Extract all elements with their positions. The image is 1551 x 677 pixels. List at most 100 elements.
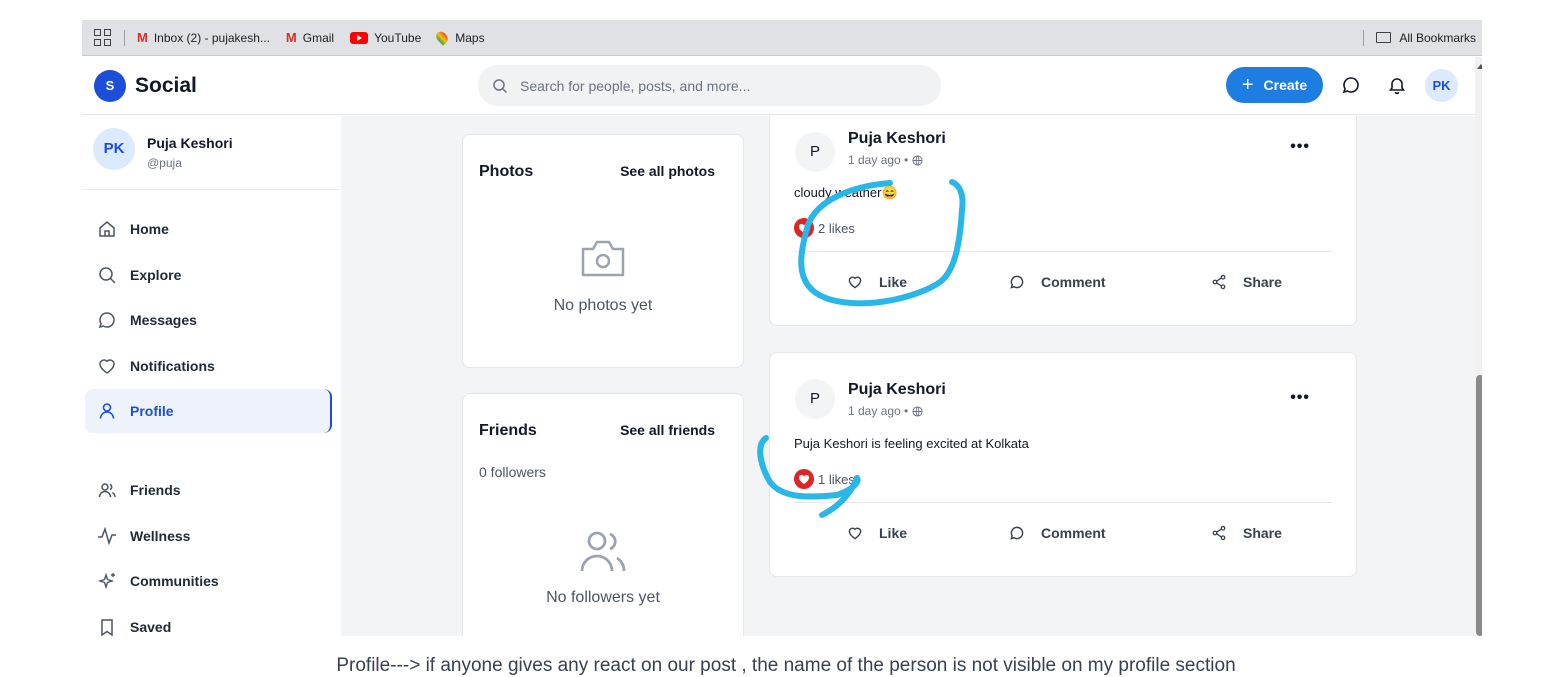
comment-icon <box>1010 526 1024 540</box>
post-text: Puja Keshori is feeling excited at Kolka… <box>794 436 1029 451</box>
avatar[interactable]: PK <box>1425 69 1458 102</box>
bookmark-maps[interactable]: Maps <box>434 29 485 46</box>
post-divider <box>794 251 1332 252</box>
create-button[interactable]: + Create <box>1226 67 1323 103</box>
search-bar[interactable] <box>478 65 941 106</box>
message-icon[interactable] <box>1341 75 1361 95</box>
bookmark-label: YouTube <box>374 30 422 45</box>
likes-count[interactable]: 1 likes <box>794 469 855 489</box>
sidebar-item-notifications[interactable]: Notifications <box>85 344 332 388</box>
youtube-icon <box>350 31 369 44</box>
heart-icon <box>99 359 115 374</box>
share-icon <box>1212 525 1226 541</box>
photos-card: Photos See all photos No photos yet <box>462 134 744 368</box>
apps-grid-icon[interactable] <box>94 28 112 47</box>
app-header: S Social + Create PK <box>82 57 1475 115</box>
like-label: Like <box>879 274 908 290</box>
sidebar-item-label: Home <box>130 221 169 237</box>
sidebar-item-wellness[interactable]: Wellness <box>85 514 332 558</box>
share-button[interactable]: Share <box>1211 525 1282 541</box>
bookmark-inbox[interactable]: M Inbox (2) - pujakesh... <box>137 30 270 45</box>
more-options-icon[interactable]: ••• <box>1290 389 1310 407</box>
bookmarks-separator <box>124 29 125 46</box>
sidebar-item-label: Explore <box>130 267 182 283</box>
activity-icon <box>98 526 116 546</box>
sidebar-item-label: Communities <box>130 573 219 589</box>
main-content: Photos See all photos No photos yet Frie… <box>341 116 1475 636</box>
search-input[interactable] <box>520 77 920 94</box>
like-button[interactable]: Like <box>847 525 907 541</box>
more-options-icon[interactable]: ••• <box>1290 138 1310 156</box>
search-icon <box>99 267 116 284</box>
all-bookmarks-label: All Bookmarks <box>1399 30 1476 45</box>
comment-label: Comment <box>1041 525 1106 541</box>
post-avatar[interactable]: P <box>795 132 835 172</box>
bookmark-label: Maps <box>455 30 485 45</box>
search-icon <box>493 78 508 93</box>
app-name[interactable]: Social <box>135 74 197 98</box>
sidebar-item-profile[interactable]: Profile <box>85 389 332 433</box>
logo-icon[interactable]: S <box>94 70 126 102</box>
share-label: Share <box>1243 525 1282 541</box>
bookmark-gmail[interactable]: M Gmail <box>286 30 334 45</box>
user-name: Puja Keshori <box>147 135 233 151</box>
like-button[interactable]: Like <box>847 274 907 290</box>
post-avatar[interactable]: P <box>795 379 835 419</box>
gmail-icon: M <box>285 30 297 45</box>
post-time: 1 day ago • <box>848 153 909 167</box>
friends-title: Friends <box>479 422 537 439</box>
post-meta: 1 day ago • <box>848 153 923 167</box>
post-divider <box>794 502 1332 503</box>
globe-icon <box>912 154 923 166</box>
post-text: cloudy weather😄 <box>794 185 898 200</box>
avatar: PK <box>93 128 135 170</box>
sidebar-item-label: Notifications <box>130 358 215 374</box>
followers-empty-text: No followers yet <box>546 589 660 606</box>
sidebar-item-communities[interactable]: Communities <box>85 559 332 603</box>
post-card: P Puja Keshori 1 day ago • ••• Puja Kesh… <box>769 352 1357 577</box>
likes-count[interactable]: 2 likes <box>794 218 855 238</box>
home-icon <box>99 221 115 237</box>
users-icon <box>580 531 626 572</box>
sidebar: PK Puja Keshori @puja Home Explore Messa… <box>82 116 340 636</box>
comment-button[interactable]: Comment <box>1009 274 1106 290</box>
all-bookmarks[interactable]: All Bookmarks <box>1351 29 1476 46</box>
sidebar-item-friends[interactable]: Friends <box>85 468 332 512</box>
maps-icon <box>434 29 451 46</box>
globe-icon <box>912 405 923 417</box>
sidebar-item-saved[interactable]: Saved <box>85 605 332 636</box>
likes-label: 2 likes <box>818 220 855 236</box>
heart-icon <box>848 276 862 289</box>
post-time: 1 day ago • <box>848 404 909 418</box>
comment-button[interactable]: Comment <box>1009 525 1106 541</box>
sidebar-item-label: Profile <box>130 403 174 419</box>
see-all-photos-link[interactable]: See all photos <box>620 163 715 179</box>
sparkles-icon <box>97 572 115 590</box>
post-meta: 1 day ago • <box>848 404 923 418</box>
share-button[interactable]: Share <box>1211 274 1282 290</box>
sidebar-item-home[interactable]: Home <box>85 207 332 251</box>
post-author[interactable]: Puja Keshori <box>848 381 946 399</box>
sidebar-user[interactable]: PK Puja Keshori @puja <box>82 116 340 190</box>
bookmarks-separator <box>1363 29 1365 46</box>
plus-icon: + <box>1241 74 1254 96</box>
bookmarks-bar: M Inbox (2) - pujakesh... M Gmail YouTub… <box>82 20 1482 56</box>
folder-icon <box>1376 32 1392 43</box>
scrollbar[interactable] <box>1475 57 1482 636</box>
followers-count: 0 followers <box>479 464 546 480</box>
user-icon <box>99 403 115 419</box>
sidebar-item-label: Saved <box>130 619 172 635</box>
sidebar-item-messages[interactable]: Messages <box>85 298 332 342</box>
post-author[interactable]: Puja Keshori <box>848 130 946 148</box>
sidebar-item-label: Messages <box>130 312 197 328</box>
sidebar-item-explore[interactable]: Explore <box>85 253 332 297</box>
bookmark-youtube[interactable]: YouTube <box>350 31 421 45</box>
sidebar-item-label: Wellness <box>130 528 191 544</box>
browser-window: M Inbox (2) - pujakesh... M Gmail YouTub… <box>82 20 1482 636</box>
bell-icon[interactable] <box>1387 75 1407 95</box>
see-all-friends-link[interactable]: See all friends <box>620 422 715 438</box>
scrollbar-thumb[interactable] <box>1476 375 1482 636</box>
scroll-up-icon[interactable] <box>1477 64 1482 69</box>
friends-card: Friends See all friends 0 followers No f… <box>462 393 744 636</box>
photos-empty-text: No photos yet <box>553 297 653 314</box>
